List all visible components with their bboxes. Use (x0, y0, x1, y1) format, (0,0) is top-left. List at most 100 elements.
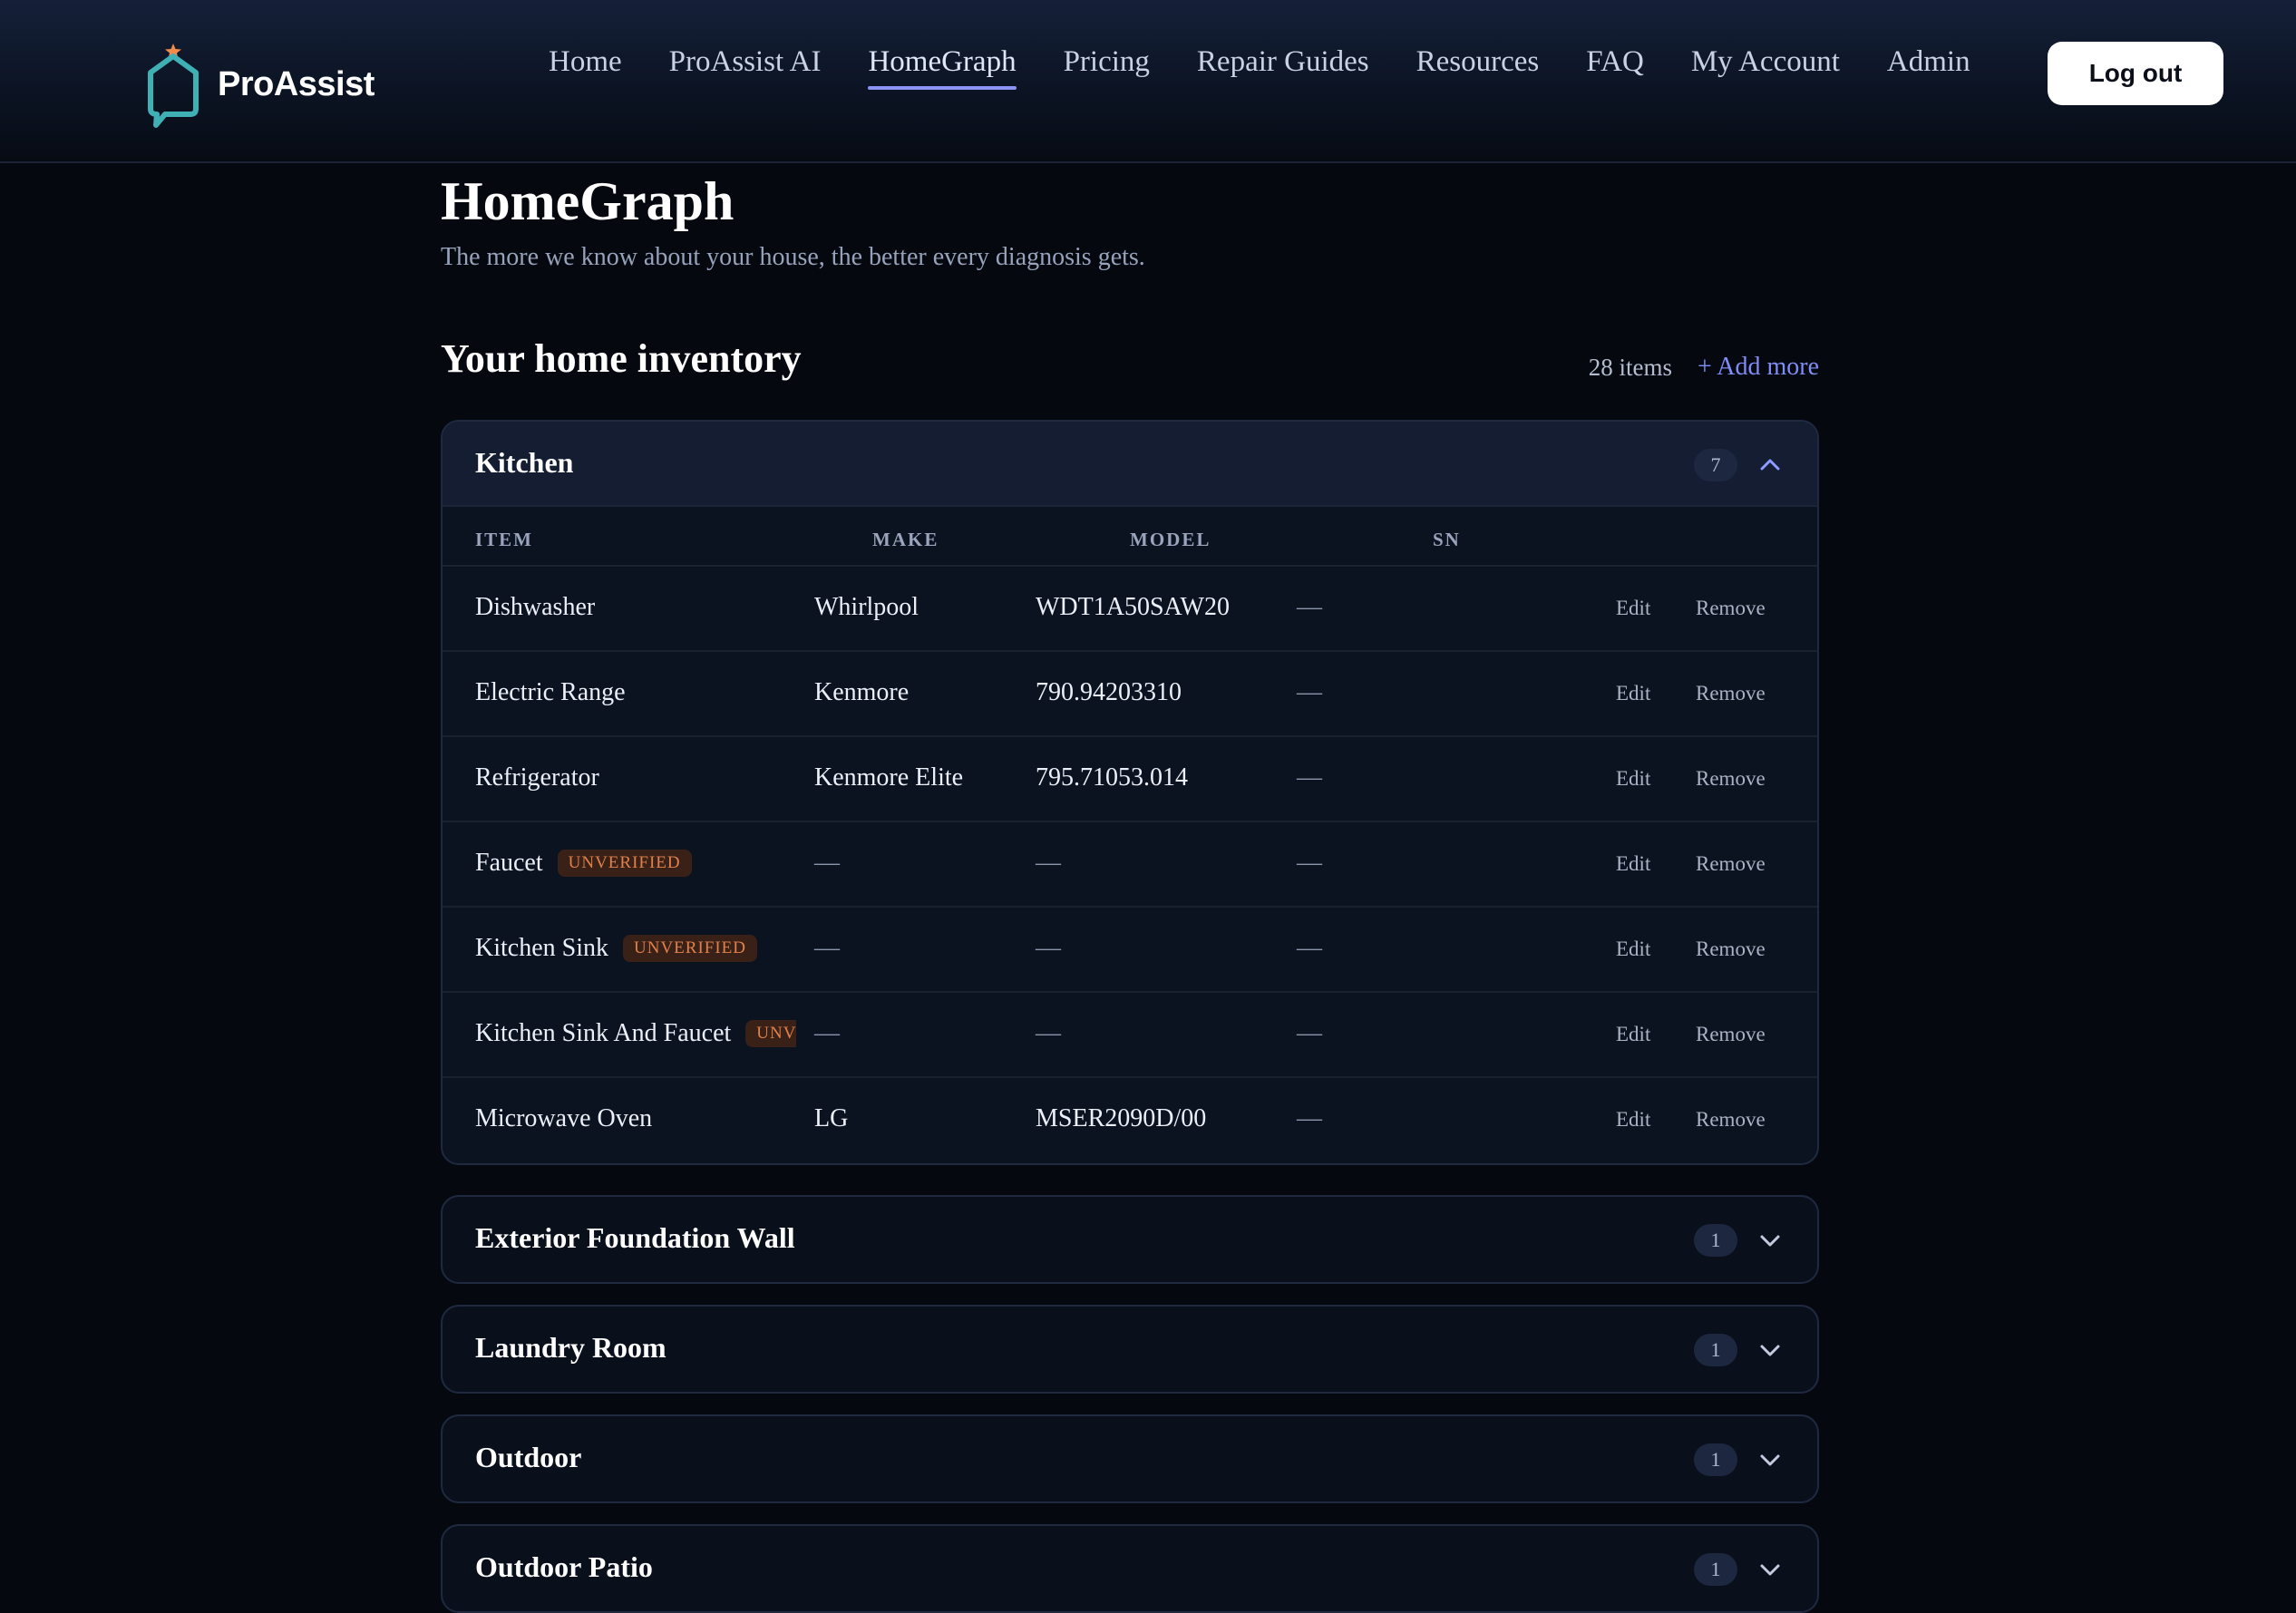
table-header: ITEM MAKE MODEL SN (443, 507, 1817, 567)
cell-make: — (814, 1019, 840, 1047)
nav-item-resources[interactable]: Resources (1416, 45, 1540, 90)
unverified-badge: UNVERIFIED (745, 1020, 796, 1047)
inventory-title: Your home inventory (441, 336, 802, 381)
cell-item: Faucet UNVERIFIED (475, 849, 796, 878)
section-header[interactable]: Exterior Foundation Wall 1 (443, 1197, 1817, 1282)
column-header-item: ITEM (475, 529, 534, 550)
cell-make: LG (814, 1104, 849, 1132)
edit-button[interactable]: Edit (1616, 682, 1650, 705)
nav-item-admin[interactable]: Admin (1887, 45, 1970, 90)
section-kitchen: Kitchen 7 ITEM MAKE MODEL SN Dishwasher Whirlpo… (441, 420, 1819, 1165)
cell-make: Kenmore Elite (814, 763, 964, 792)
section-laundry-room: Laundry Room 1 (441, 1305, 1819, 1394)
chevron-down-icon[interactable] (1759, 1339, 1781, 1361)
chevron-down-icon[interactable] (1759, 1449, 1781, 1471)
remove-button[interactable]: Remove (1696, 938, 1766, 961)
column-header-sn: SN (1433, 529, 1461, 550)
section-outdoor-patio: Outdoor Patio 1 (441, 1524, 1819, 1613)
nav-item-my-account[interactable]: My Account (1691, 45, 1840, 90)
page-title: HomeGraph (441, 171, 735, 231)
section-count-badge: 1 (1694, 1553, 1737, 1586)
table-row: Dishwasher Whirlpool WDT1A50SAW20 — Edit Remo… (443, 567, 1817, 652)
cell-sn: — (1297, 934, 1322, 962)
cell-make: Kenmore (814, 678, 910, 706)
nav-item-pricing[interactable]: Pricing (1064, 45, 1150, 90)
cell-make: — (814, 934, 840, 962)
cell-sn: — (1297, 678, 1322, 706)
section-title: Outdoor (475, 1441, 582, 1473)
top-navbar: ProAssist Home ProAssist AI HomeGraph Prici… (0, 0, 2296, 163)
cell-item: Refrigerator (475, 763, 796, 792)
section-outdoor: Outdoor 1 (441, 1414, 1819, 1503)
section-title: Exterior Foundation Wall (475, 1221, 795, 1254)
item-name: Kitchen Sink (475, 934, 608, 962)
nav-item-faq[interactable]: FAQ (1586, 45, 1644, 90)
remove-button[interactable]: Remove (1696, 1023, 1766, 1046)
cell-model: 790.94203310 (1036, 678, 1182, 706)
cell-sn: — (1297, 1019, 1322, 1047)
section-header[interactable]: Laundry Room 1 (443, 1307, 1817, 1392)
cell-model: — (1036, 849, 1061, 877)
nav-item-homegraph[interactable]: HomeGraph (868, 45, 1017, 90)
section-title: Outdoor Patio (475, 1550, 653, 1583)
column-header-make: MAKE (872, 529, 939, 550)
chevron-up-icon[interactable] (1759, 454, 1781, 476)
table-row: Kitchen Sink UNVERIFIED — — — Edit Remove (443, 908, 1817, 993)
column-header-model: MODEL (1130, 529, 1211, 550)
edit-button[interactable]: Edit (1616, 767, 1650, 791)
remove-button[interactable]: Remove (1696, 852, 1766, 876)
item-name: Faucet (475, 849, 543, 877)
section-header[interactable]: Outdoor Patio 1 (443, 1526, 1817, 1611)
cell-item: Kitchen Sink UNVERIFIED (475, 934, 796, 963)
nav-item-repair-guides[interactable]: Repair Guides (1197, 45, 1369, 90)
cell-item: Electric Range (475, 678, 796, 707)
edit-button[interactable]: Edit (1616, 1108, 1650, 1132)
table-row: Kitchen Sink And Faucet UNVERIFIED — — — Edit… (443, 993, 1817, 1078)
nav-item-proassist-ai[interactable]: ProAssist AI (669, 45, 822, 90)
edit-button[interactable]: Edit (1616, 1023, 1650, 1046)
inventory-item-count: 28 items (1588, 354, 1672, 381)
table-row: Faucet UNVERIFIED — — — Edit Remove (443, 822, 1817, 908)
item-name: Electric Range (475, 678, 626, 706)
cell-item: Microwave Oven (475, 1104, 796, 1133)
item-name: Refrigerator (475, 763, 599, 792)
cell-make: Whirlpool (814, 593, 919, 621)
logo[interactable]: ProAssist (143, 40, 375, 129)
section-count-badge: 1 (1694, 1443, 1737, 1476)
cell-sn: — (1297, 849, 1322, 877)
section-count-badge: 1 (1694, 1334, 1737, 1366)
section-count-badge: 1 (1694, 1224, 1737, 1257)
house-chat-logo-icon (148, 44, 199, 128)
chevron-down-icon[interactable] (1759, 1229, 1781, 1251)
section-title: Laundry Room (475, 1331, 666, 1364)
brand-name: ProAssist (218, 64, 375, 103)
remove-button[interactable]: Remove (1696, 682, 1766, 705)
add-more-link[interactable]: + Add more (1698, 353, 1819, 382)
section-header[interactable]: Outdoor 1 (443, 1416, 1817, 1501)
remove-button[interactable]: Remove (1696, 767, 1766, 791)
cell-item: Kitchen Sink And Faucet UNVERIFIED (475, 1019, 796, 1048)
section-count-badge: 7 (1694, 449, 1737, 481)
cell-make: — (814, 849, 840, 877)
cell-model: — (1036, 934, 1061, 962)
logout-button[interactable]: Log out (2048, 42, 2223, 105)
cell-sn: — (1297, 763, 1322, 792)
chevron-down-icon[interactable] (1759, 1559, 1781, 1580)
cell-model: — (1036, 1019, 1061, 1047)
cell-model: 795.71053.014 (1036, 763, 1188, 792)
remove-button[interactable]: Remove (1696, 597, 1766, 620)
section-header[interactable]: Kitchen 7 (443, 422, 1817, 507)
remove-button[interactable]: Remove (1696, 1108, 1766, 1132)
edit-button[interactable]: Edit (1616, 597, 1650, 620)
cell-model: WDT1A50SAW20 (1036, 593, 1230, 621)
cell-sn: — (1297, 1104, 1322, 1132)
item-name: Kitchen Sink And Faucet (475, 1019, 732, 1047)
section-exterior-foundation-wall: Exterior Foundation Wall 1 (441, 1195, 1819, 1284)
edit-button[interactable]: Edit (1616, 852, 1650, 876)
edit-button[interactable]: Edit (1616, 938, 1650, 961)
nav-item-home[interactable]: Home (549, 45, 622, 90)
section-title: Kitchen (475, 446, 574, 479)
page-subtitle: The more we know about your house, the b… (441, 243, 1145, 271)
main-nav: Home ProAssist AI HomeGraph Pricing Repair G… (549, 45, 1970, 90)
table-row: Electric Range Kenmore 790.94203310 — Edit Re… (443, 652, 1817, 737)
